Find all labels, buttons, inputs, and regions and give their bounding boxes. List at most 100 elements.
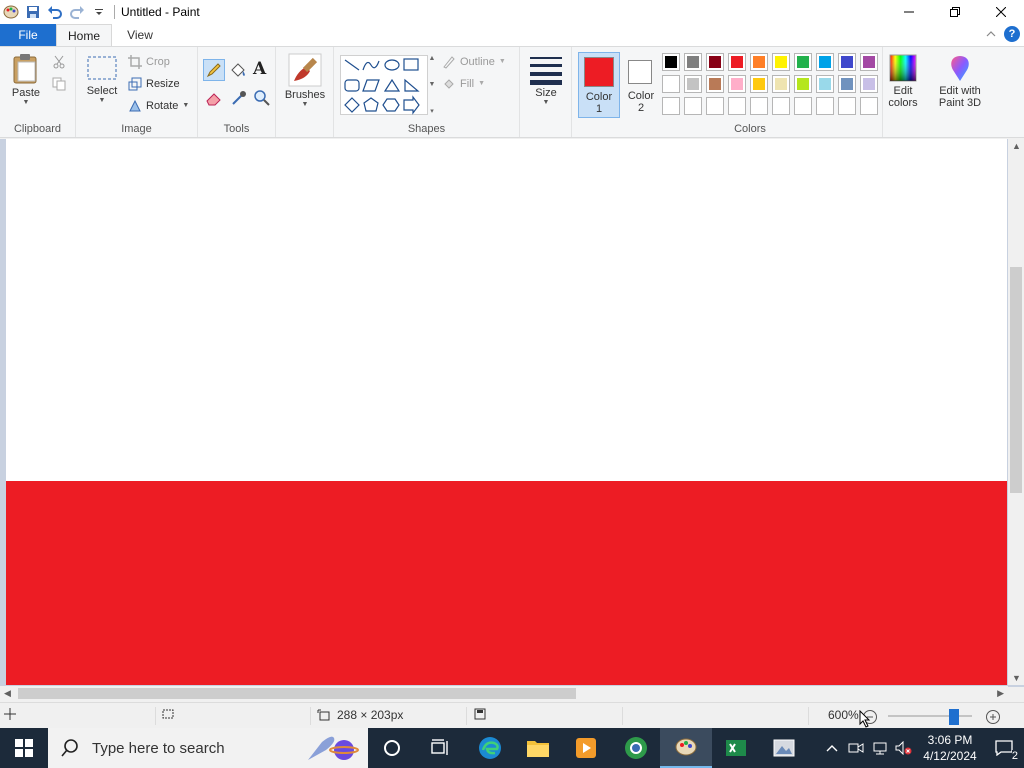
edge-icon bbox=[479, 737, 501, 759]
vertical-scroll-thumb[interactable] bbox=[1010, 267, 1022, 493]
divider bbox=[882, 47, 883, 137]
palette-swatch-empty[interactable] bbox=[684, 97, 702, 115]
notification-center-button[interactable]: 2 bbox=[984, 728, 1024, 768]
task-view-icon bbox=[431, 739, 448, 755]
restore-button[interactable] bbox=[932, 0, 978, 24]
taskbar-spreadsheet-app[interactable] bbox=[712, 728, 760, 768]
shapes-scroll[interactable]: ▲ ▼ ▾ bbox=[428, 55, 436, 115]
palette-swatch[interactable] bbox=[860, 53, 878, 71]
palette-swatch-empty[interactable] bbox=[838, 97, 856, 115]
palette-swatch[interactable] bbox=[772, 53, 790, 71]
fill-tool[interactable] bbox=[228, 60, 248, 83]
palette-swatch[interactable] bbox=[794, 75, 812, 93]
tab-home[interactable]: Home bbox=[56, 24, 112, 46]
meet-now-icon[interactable] bbox=[844, 741, 868, 755]
palette-swatch[interactable] bbox=[750, 53, 768, 71]
taskbar-search-box[interactable]: Type here to search bbox=[48, 728, 368, 768]
edit-with-paint3d-button[interactable]: Edit with Paint 3D bbox=[930, 53, 990, 109]
palette-swatch[interactable] bbox=[662, 53, 680, 71]
network-icon[interactable] bbox=[868, 741, 892, 755]
paste-button[interactable]: Paste ▼ bbox=[6, 53, 46, 107]
palette-swatch-empty[interactable] bbox=[860, 97, 878, 115]
palette-swatch[interactable] bbox=[728, 53, 746, 71]
size-button[interactable]: Size ▼ bbox=[526, 55, 566, 107]
eraser-tool[interactable] bbox=[205, 89, 223, 110]
palette-swatch[interactable] bbox=[750, 75, 768, 93]
palette-swatch-empty[interactable] bbox=[816, 97, 834, 115]
scroll-right-icon[interactable]: ▶ bbox=[997, 688, 1004, 699]
taskbar-edge[interactable] bbox=[466, 728, 514, 768]
palette-swatch-empty[interactable] bbox=[728, 97, 746, 115]
paint-app-icon[interactable] bbox=[0, 1, 22, 23]
palette-swatch[interactable] bbox=[662, 75, 680, 93]
task-view-button[interactable] bbox=[416, 728, 464, 768]
horizontal-scroll-thumb[interactable] bbox=[18, 688, 576, 699]
palette-swatch-empty[interactable] bbox=[750, 97, 768, 115]
edit-colors-button[interactable]: Edit colors bbox=[882, 53, 924, 109]
crop-button[interactable]: Crop bbox=[128, 55, 170, 69]
palette-swatch[interactable] bbox=[684, 75, 702, 93]
taskbar-clock[interactable]: 3:06 PM 4/12/2024 bbox=[916, 732, 984, 764]
close-button[interactable] bbox=[978, 0, 1024, 24]
palette-swatch[interactable] bbox=[728, 75, 746, 93]
volume-muted-icon[interactable] bbox=[892, 741, 916, 755]
save-icon[interactable] bbox=[22, 1, 44, 23]
palette-swatch[interactable] bbox=[838, 75, 856, 93]
outline-button[interactable]: Outline ▼ bbox=[442, 55, 506, 69]
fill-button[interactable]: Fill ▼ bbox=[442, 77, 485, 91]
palette-swatch[interactable] bbox=[860, 75, 878, 93]
cortana-button[interactable] bbox=[368, 728, 416, 768]
palette-swatch[interactable] bbox=[684, 53, 702, 71]
palette-swatch[interactable] bbox=[838, 53, 856, 71]
scroll-left-icon[interactable]: ◀ bbox=[4, 688, 11, 699]
palette-swatch-empty[interactable] bbox=[772, 97, 790, 115]
redo-icon[interactable] bbox=[66, 1, 88, 23]
palette-swatch[interactable] bbox=[816, 75, 834, 93]
select-button[interactable]: Select ▼ bbox=[82, 55, 122, 105]
color-picker-tool[interactable] bbox=[230, 89, 248, 110]
tab-view[interactable]: View bbox=[112, 24, 168, 46]
palette-swatch-empty[interactable] bbox=[706, 97, 724, 115]
color1-button[interactable]: Color 1 bbox=[578, 52, 620, 118]
scroll-up-icon[interactable]: ▲ bbox=[1012, 141, 1021, 151]
magnifier-tool[interactable] bbox=[253, 89, 271, 110]
brushes-button[interactable]: Brushes ▼ bbox=[282, 53, 328, 109]
vertical-scrollbar[interactable]: ▲ ▼ bbox=[1008, 139, 1024, 685]
taskbar-paint[interactable] bbox=[660, 728, 712, 768]
collapse-ribbon-icon[interactable] bbox=[986, 27, 996, 41]
text-tool-icon[interactable]: A bbox=[253, 59, 266, 79]
color2-button[interactable]: Color 2 bbox=[622, 52, 660, 118]
shapes-group: ▲ ▼ ▾ Outline ▼ Fill ▼ Shapes bbox=[334, 47, 520, 137]
rotate-button[interactable]: Rotate ▼ bbox=[128, 99, 189, 113]
zoom-slider-track[interactable] bbox=[888, 709, 972, 725]
palette-swatch-empty[interactable] bbox=[662, 97, 680, 115]
minimize-button[interactable] bbox=[886, 0, 932, 24]
scroll-down-icon[interactable]: ▼ bbox=[1012, 673, 1021, 683]
customize-qat-icon[interactable] bbox=[88, 1, 110, 23]
pencil-tool[interactable] bbox=[203, 59, 225, 81]
horizontal-scrollbar[interactable]: ◀ ▶ bbox=[0, 686, 1008, 701]
zoom-slider-thumb[interactable] bbox=[948, 709, 959, 725]
drawing-canvas[interactable] bbox=[6, 139, 1007, 685]
palette-swatch-empty[interactable] bbox=[794, 97, 812, 115]
tab-file[interactable]: File bbox=[0, 24, 56, 46]
palette-swatch[interactable] bbox=[794, 53, 812, 71]
zoom-in-button[interactable] bbox=[985, 709, 1001, 728]
show-hidden-icons-button[interactable] bbox=[820, 744, 844, 752]
taskbar-media-app[interactable] bbox=[562, 728, 610, 768]
red-filled-region[interactable] bbox=[6, 481, 1007, 685]
palette-swatch[interactable] bbox=[772, 75, 790, 93]
palette-swatch[interactable] bbox=[706, 75, 724, 93]
cut-icon[interactable] bbox=[52, 55, 66, 72]
help-icon[interactable]: ? bbox=[1004, 26, 1020, 42]
copy-icon[interactable] bbox=[52, 77, 66, 94]
start-button[interactable] bbox=[0, 728, 48, 768]
taskbar-file-explorer[interactable] bbox=[514, 728, 562, 768]
palette-swatch[interactable] bbox=[816, 53, 834, 71]
cursor-position bbox=[4, 708, 16, 720]
taskbar-image-app[interactable] bbox=[760, 728, 808, 768]
undo-icon[interactable] bbox=[44, 1, 66, 23]
resize-button[interactable]: Resize bbox=[128, 77, 180, 91]
palette-swatch[interactable] bbox=[706, 53, 724, 71]
taskbar-chrome-like-app[interactable] bbox=[612, 728, 660, 768]
